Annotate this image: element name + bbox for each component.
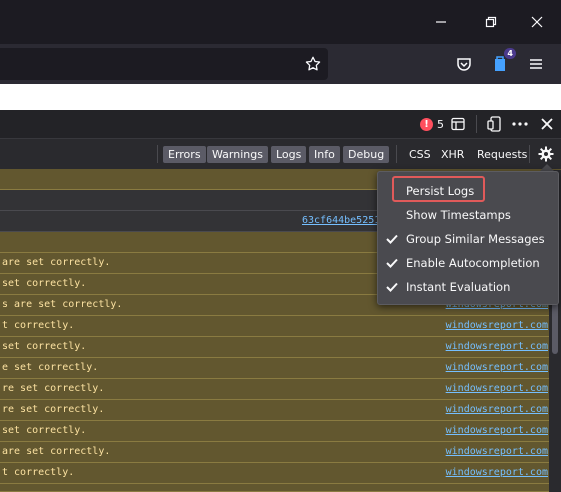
source-link[interactable]: windowsreport.com: [446, 316, 548, 336]
console-message: re set correctly.: [2, 383, 105, 394]
menu-item-label: Instant Evaluation: [406, 280, 511, 294]
checkmark-icon: [378, 234, 406, 244]
title-bar: [0, 0, 561, 44]
console-message: are set correctly.: [2, 446, 111, 457]
extension-badge: 4: [504, 48, 516, 59]
filter-requests-button[interactable]: Requests: [472, 146, 532, 163]
checkmark-icon: [378, 258, 406, 268]
console-message: t correctly.: [2, 467, 75, 478]
menu-item-label: Enable Autocompletion: [406, 256, 540, 270]
menu-item-show-timestamps[interactable]: Show Timestamps: [378, 203, 558, 227]
console-row: re set correctly. windowsreport.com: [0, 400, 561, 421]
persist-logs-highlight: [392, 176, 485, 202]
source-link[interactable]: windowsreport.com: [446, 421, 548, 441]
menu-item-enable-autocompletion[interactable]: Enable Autocompletion: [378, 251, 558, 275]
console-message: set correctly.: [2, 425, 87, 436]
console-row: e set correctly. windowsreport.com: [0, 358, 561, 379]
pocket-icon[interactable]: [452, 52, 476, 76]
split-console-icon[interactable]: [448, 114, 468, 134]
close-icon[interactable]: [523, 10, 551, 34]
console-row: t correctly. windowsreport.com: [0, 316, 561, 337]
more-options-icon[interactable]: [510, 114, 530, 134]
console-settings-gear-icon[interactable]: [535, 143, 557, 165]
filter-warnings-button[interactable]: Warnings: [207, 146, 268, 163]
filter-errors-button[interactable]: Errors: [163, 146, 206, 163]
menu-icon[interactable]: [524, 52, 548, 76]
console-row: [0, 484, 561, 492]
close-devtools-icon[interactable]: [537, 114, 557, 134]
restore-icon[interactable]: [477, 10, 505, 34]
filter-info-button[interactable]: Info: [309, 146, 340, 163]
filter-css-button[interactable]: CSS: [404, 146, 436, 163]
console-message: s are set correctly.: [2, 299, 123, 310]
menu-pointer: [540, 164, 554, 171]
menu-item-instant-evaluation[interactable]: Instant Evaluation: [378, 275, 558, 299]
console-message: set correctly.: [2, 341, 87, 352]
source-link[interactable]: windowsreport.com: [446, 463, 548, 483]
devtools-toolbar: ! 5: [0, 110, 561, 139]
url-bar[interactable]: [0, 48, 328, 80]
bookmark-star-icon[interactable]: [301, 52, 325, 76]
console-filter-bar: Errors Warnings Logs Info Debug CSS XHR …: [0, 139, 561, 170]
source-link[interactable]: windowsreport.com: [446, 400, 548, 420]
menu-item-group-similar-messages[interactable]: Group Similar Messages: [378, 227, 558, 251]
console-row: set correctly. windowsreport.com: [0, 337, 561, 358]
error-count-indicator[interactable]: ! 5: [420, 114, 444, 134]
filter-xhr-button[interactable]: XHR: [436, 146, 469, 163]
filter-divider: [529, 145, 530, 163]
console-row: are set correctly. windowsreport.com: [0, 442, 561, 463]
source-link[interactable]: windowsreport.com: [446, 358, 548, 378]
responsive-mode-icon[interactable]: [484, 114, 504, 134]
menu-item-label: Show Timestamps: [406, 208, 511, 222]
toolbar-divider: [476, 115, 477, 133]
console-message: t correctly.: [2, 320, 75, 331]
console-row: t correctly. windowsreport.com: [0, 463, 561, 484]
filter-logs-button[interactable]: Logs: [271, 146, 307, 163]
page-content: [0, 84, 561, 111]
menu-item-label: Group Similar Messages: [406, 232, 545, 246]
filter-divider: [157, 145, 158, 163]
source-link[interactable]: windowsreport.com: [446, 337, 548, 357]
error-count: 5: [437, 117, 444, 131]
console-row: re set correctly. windowsreport.com: [0, 379, 561, 400]
console-message: set correctly.: [2, 278, 87, 289]
filter-divider: [396, 145, 397, 163]
filter-debug-button[interactable]: Debug: [343, 146, 390, 163]
source-link[interactable]: windowsreport.com: [446, 379, 548, 399]
console-message: are set correctly.: [2, 257, 111, 268]
source-link[interactable]: windowsreport.com: [446, 442, 548, 462]
hash-source-link[interactable]: 63cf644be5251: [302, 211, 380, 231]
console-message: e set correctly.: [2, 362, 99, 373]
error-icon: !: [420, 117, 433, 131]
checkmark-icon: [378, 282, 406, 292]
minimize-icon[interactable]: [427, 10, 455, 34]
console-row: set correctly. windowsreport.com: [0, 421, 561, 442]
extension-icon[interactable]: 4: [488, 48, 516, 76]
console-message: re set correctly.: [2, 404, 105, 415]
